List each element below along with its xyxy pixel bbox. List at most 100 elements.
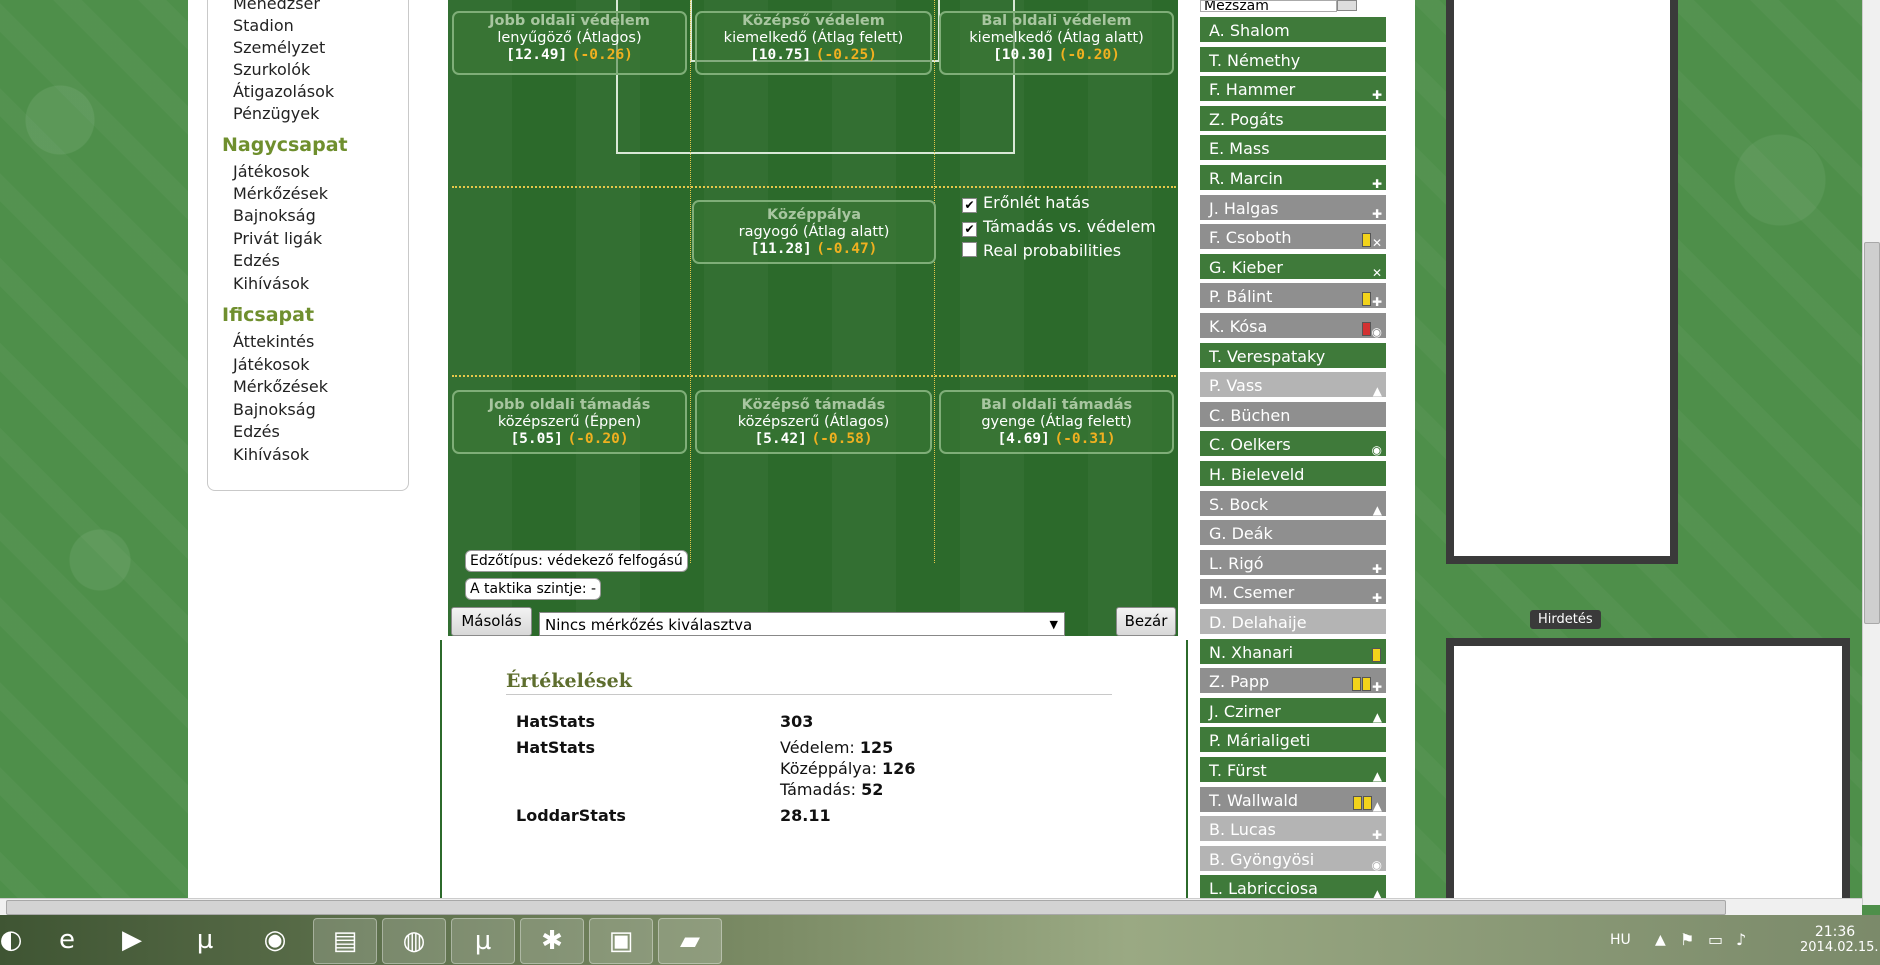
defense-left-level: kiemelkedő (Átlag alatt)	[969, 30, 1144, 46]
horizontal-scrollbar-thumb[interactable]	[6, 900, 1726, 915]
player-row[interactable]: H. Bieleveld	[1200, 461, 1386, 488]
player-row[interactable]: Z. Papp ✚	[1200, 668, 1386, 696]
player-row[interactable]: B. Lucas ✚	[1200, 816, 1386, 844]
nav-item-privat-ligak[interactable]: Privát ligák	[233, 229, 322, 248]
nav-item-merkozesek[interactable]: Mérkőzések	[233, 184, 328, 203]
player-name: G. Kieber	[1209, 257, 1283, 277]
player-row[interactable]: G. Kieber ✕	[1200, 253, 1386, 281]
player-name: S. Bock	[1209, 494, 1269, 514]
nav-item-bajnoksag[interactable]: Bajnokság	[233, 206, 316, 225]
player-row[interactable]: K. Kósa ◉	[1200, 313, 1386, 340]
player-row[interactable]: P. Márialigeti	[1200, 727, 1386, 755]
hatstats-midfield: Középpálya: 126	[780, 759, 916, 778]
player-row[interactable]: C. Büchen	[1200, 401, 1386, 429]
option-real-probabilities[interactable]: Real probabilities	[962, 241, 1121, 260]
option-stamina-effect[interactable]: ✔ Erőnlét hatás	[962, 193, 1090, 213]
player-row[interactable]: T. Verespataky	[1200, 342, 1386, 370]
player-name: J. Czirner	[1209, 701, 1281, 721]
file-explorer-icon[interactable]: ▤	[313, 918, 377, 964]
clock[interactable]: 21:36 2014.02.15.	[1800, 924, 1879, 955]
ratings-divider	[506, 694, 1112, 695]
virtualbox-icon[interactable]: ▣	[589, 918, 653, 964]
nav-item-menedzser[interactable]: Menedzser	[233, 0, 320, 13]
defense-left-title: Bal oldali védelem	[981, 13, 1132, 29]
player-row[interactable]: P. Bálint ✚	[1200, 283, 1386, 311]
app-spider-icon[interactable]: ✱	[520, 918, 584, 964]
sort-button[interactable]	[1337, 0, 1357, 11]
player-row[interactable]: P. Vass ▲	[1200, 372, 1386, 400]
attack-right-title: Jobb oldali támadás	[488, 397, 651, 413]
hatstats-value: 303	[780, 712, 814, 731]
nav-heading-nagycsapat[interactable]: Nagycsapat	[222, 134, 348, 156]
player-row[interactable]: J. Halgas ✚	[1200, 194, 1386, 222]
player-sort-select[interactable]: Mezszám	[1200, 0, 1337, 12]
clock-time: 21:36	[1814, 924, 1856, 940]
player-row[interactable]: F. Csoboth ✕	[1200, 224, 1386, 252]
nav-item-edzes[interactable]: Edzés	[233, 251, 280, 270]
language-indicator[interactable]: HU	[1610, 932, 1631, 948]
utorrent-icon[interactable]: µ	[174, 918, 236, 962]
console-app-icon[interactable]: ▰	[658, 918, 722, 964]
nav-item-ifi-jatekosok[interactable]: Játékosok	[233, 355, 310, 374]
nav-item-ifi-kihivasok[interactable]: Kihívások	[233, 445, 309, 464]
player-row[interactable]: T. Fürst ▲	[1200, 757, 1386, 784]
firefox-icon[interactable]: ◍	[382, 918, 446, 964]
yellow-card-icon	[1372, 647, 1381, 662]
nav-item-stadion[interactable]: Stadion	[233, 16, 294, 35]
attack-center-value: [5.42]	[754, 431, 807, 447]
player-row[interactable]: A. Shalom	[1200, 17, 1386, 44]
player-name: T. Verespataky	[1209, 346, 1326, 366]
coach-type-label: Edzőtípus: védekező felfogású	[465, 550, 688, 572]
player-row[interactable]: E. Mass	[1200, 135, 1386, 163]
nav-item-szurkolok[interactable]: Szurkolók	[233, 60, 310, 79]
checkbox-unchecked-icon[interactable]	[962, 242, 977, 257]
player-row[interactable]: N. Xhanari	[1200, 638, 1386, 666]
action-center-icon[interactable]: ⚑	[1680, 930, 1694, 949]
checkbox-checked-icon[interactable]: ✔	[962, 222, 977, 237]
nav-heading-ificsapat[interactable]: Ificsapat	[222, 304, 314, 326]
player-row[interactable]: F. Hammer ✚	[1200, 76, 1386, 104]
option-attack-vs-defense[interactable]: ✔ Támadás vs. védelem	[962, 217, 1156, 237]
nav-item-ifi-merkozesek[interactable]: Mérkőzések	[233, 377, 328, 396]
player-row[interactable]: T. Némethy	[1200, 46, 1386, 74]
player-row[interactable]: Z. Pogáts	[1200, 105, 1386, 133]
player-row[interactable]: R. Marcin ✚	[1200, 165, 1386, 192]
copy-button[interactable]: Másolás	[451, 607, 532, 636]
dropdown-arrow-icon[interactable]: ▼	[1050, 613, 1058, 637]
nav-item-ifi-bajnoksag[interactable]: Bajnokság	[233, 400, 316, 419]
checkbox-checked-icon[interactable]: ✔	[962, 198, 977, 213]
tray-expand-icon[interactable]: ▲	[1655, 932, 1666, 948]
chrome-icon[interactable]: ◉	[244, 918, 306, 962]
internet-explorer-icon[interactable]: e	[36, 918, 98, 962]
volume-icon[interactable]: ♪	[1736, 930, 1746, 949]
player-row[interactable]: B. Gyöngyösi ◉	[1200, 845, 1386, 873]
player-name: B. Lucas	[1209, 820, 1276, 840]
player-row[interactable]: T. Wallwald ▲	[1200, 786, 1386, 814]
utorrent-window-icon[interactable]: µ	[451, 918, 515, 964]
player-row[interactable]: C. Oelkers ◉	[1200, 431, 1386, 459]
nav-item-kihivasok[interactable]: Kihívások	[233, 274, 309, 293]
player-row[interactable]: G. Deák	[1200, 520, 1386, 548]
defense-center-delta: (-0.25)	[815, 47, 877, 63]
yellow-card-icon	[1351, 677, 1361, 692]
vertical-scrollbar-thumb[interactable]	[1864, 242, 1880, 624]
network-icon[interactable]: ▭	[1708, 930, 1723, 949]
player-row[interactable]: M. Csemer ✚	[1200, 579, 1386, 607]
start-button-icon[interactable]: ◐	[0, 918, 22, 962]
player-row[interactable]: L. Rigó ✚	[1200, 549, 1386, 577]
nav-item-szemelyzet[interactable]: Személyzet	[233, 38, 325, 57]
media-player-icon[interactable]: ▶	[101, 918, 163, 962]
hatstats-label: HatStats	[516, 712, 595, 731]
nav-item-jatekosok[interactable]: Játékosok	[233, 162, 310, 181]
nav-item-penzugyek[interactable]: Pénzügyek	[233, 104, 319, 123]
nav-item-attekintes[interactable]: Áttekintés	[233, 332, 314, 351]
nav-item-ifi-edzes[interactable]: Edzés	[233, 422, 280, 441]
player-row[interactable]: S. Bock ▲	[1200, 490, 1386, 518]
match-select[interactable]: Nincs mérkőzés kiválasztva ▼	[539, 612, 1065, 636]
player-name: H. Bieleveld	[1209, 465, 1305, 484]
player-row[interactable]: J. Czirner ▲	[1200, 697, 1386, 725]
close-button[interactable]: Bezár	[1116, 607, 1176, 636]
player-row[interactable]: D. Delahaije	[1200, 609, 1386, 636]
defense-left-box: Bal oldali védelem kiemelkedő (Átlag ala…	[939, 11, 1174, 75]
nav-item-atigazolasok[interactable]: Átigazolások	[233, 82, 334, 101]
